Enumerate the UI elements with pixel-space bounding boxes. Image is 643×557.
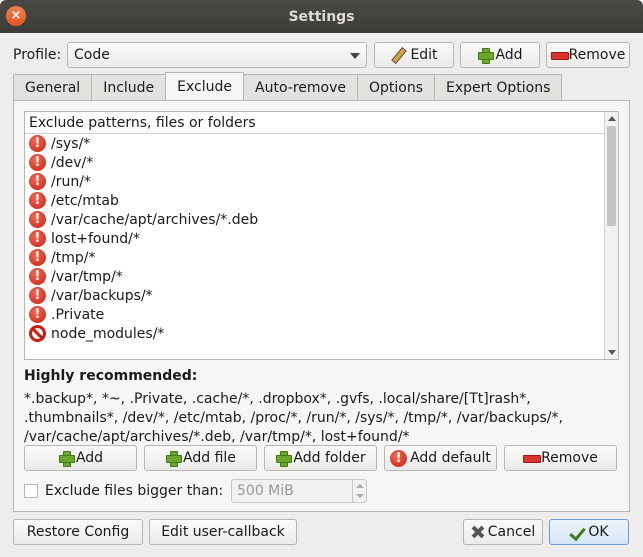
add-file-button[interactable]: Add file [144,445,257,471]
list-item[interactable]: ! /tmp/* [25,248,618,267]
no-entry-icon [29,325,46,342]
add-file-label: Add file [183,450,236,466]
size-limit-spinner[interactable]: 500 MiB [231,479,367,503]
list-item[interactable]: ! /dev/* [25,153,618,172]
pencil-icon [390,47,406,63]
plus-icon [165,450,183,467]
warning-icon: ! [29,154,46,171]
remove-profile-button[interactable]: Remove [546,42,630,68]
tab-exclude[interactable]: Exclude [165,72,245,101]
list-item[interactable]: ! /etc/mtab [25,191,618,210]
size-limit-checkbox[interactable]: Exclude files bigger than: [24,483,223,499]
chevron-up-icon[interactable] [356,484,364,488]
list-item-text: node_modules/* [51,325,165,342]
add-profile-button[interactable]: Add [460,42,540,68]
scroll-down-icon[interactable] [608,350,616,355]
warning-icon: ! [29,287,46,304]
list-item-text: /dev/* [51,154,94,171]
list-item-text: /sys/* [51,135,91,152]
edit-user-callback-button[interactable]: Edit user-callback [149,519,297,545]
close-icon [471,525,485,539]
exclude-list-header[interactable]: Exclude patterns, files or folders [25,112,618,134]
plus-icon [58,450,75,467]
recommended-title: Highly recommended: [24,368,198,384]
window-title: Settings [288,8,355,25]
edit-profile-button[interactable]: Edit [374,42,454,68]
profile-value: Code [74,47,110,63]
plus-icon [477,47,495,64]
warning-icon: ! [29,192,46,209]
settings-window: × Settings Profile: Code Edit Add Remove… [0,0,643,557]
profile-label: Profile: [13,47,62,63]
warning-icon: ! [29,268,46,285]
add-pattern-label: Add [75,450,104,466]
profile-select[interactable]: Code [67,42,367,68]
add-pattern-button[interactable]: Add [24,445,137,471]
warning-icon: ! [29,211,46,228]
add-default-button[interactable]: ! Add default [384,445,497,471]
size-limit-label: Exclude files bigger than: [45,483,224,499]
list-item[interactable]: node_modules/* [25,324,618,343]
tab-bar: General Include Exclude Auto-remove Opti… [13,72,563,101]
list-item[interactable]: ! lost+found/* [25,229,618,248]
list-item[interactable]: ! /var/cache/apt/archives/*.deb [25,210,618,229]
list-item-text: /var/cache/apt/archives/*.deb [51,211,259,228]
list-item[interactable]: ! .Private [25,305,618,324]
size-limit-value: 500 MiB [237,483,294,499]
scroll-thumb[interactable] [607,126,616,226]
add-profile-label: Add [495,47,523,63]
checkbox-box[interactable] [24,484,38,498]
warning-icon: ! [29,230,46,247]
list-item-text: /var/tmp/* [51,268,123,285]
add-folder-button[interactable]: Add folder [264,445,377,471]
list-item-text: .Private [51,306,105,323]
list-item-text: lost+found/* [51,230,140,247]
warning-icon: ! [29,173,46,190]
list-item[interactable]: ! /sys/* [25,134,618,153]
tab-general[interactable]: General [13,74,93,101]
exclude-list[interactable]: Exclude patterns, files or folders ! /sys… [24,111,619,360]
tab-expert-options[interactable]: Expert Options [434,74,563,101]
warning-icon: ! [29,249,46,266]
list-item-text: /var/backups/* [51,287,153,304]
remove-pattern-label: Remove [541,450,598,466]
title-bar: × Settings [0,0,643,33]
checkmark-icon [569,525,585,539]
minus-icon [523,450,542,466]
list-item[interactable]: ! /var/backups/* [25,286,618,305]
add-folder-label: Add folder [293,450,366,466]
warning-icon: ! [29,306,46,323]
restore-config-button[interactable]: Restore Config [13,519,143,545]
cancel-label: Cancel [487,524,536,540]
list-item-text: /run/* [51,173,91,190]
list-item-text: /tmp/* [51,249,96,266]
remove-profile-label: Remove [568,47,626,63]
add-default-label: Add default [410,450,491,466]
tab-auto-remove[interactable]: Auto-remove [243,74,358,101]
list-item[interactable]: ! /run/* [25,172,618,191]
warning-icon: ! [29,135,46,152]
cancel-button[interactable]: Cancel [463,519,543,545]
chevron-down-icon[interactable] [356,494,364,498]
edit-profile-label: Edit [410,47,438,63]
tab-include[interactable]: Include [91,74,167,101]
tab-options[interactable]: Options [357,74,436,101]
remove-pattern-button[interactable]: Remove [504,445,617,471]
close-icon[interactable]: × [6,6,26,26]
scroll-up-icon[interactable] [608,116,616,121]
recommended-text: *.backup*, *~, .Private, .cache/*, .drop… [24,391,563,445]
minus-icon [550,47,569,63]
ok-label: OK [588,524,609,540]
list-item-text: /etc/mtab [51,192,119,209]
list-scrollbar[interactable] [604,112,618,359]
exclude-panel: Exclude patterns, files or folders ! /sys… [13,100,630,512]
chevron-down-icon [350,53,360,59]
ok-button[interactable]: OK [549,519,629,545]
plus-icon [275,450,293,467]
spinner-arrows[interactable] [352,480,366,502]
list-item[interactable]: ! /var/tmp/* [25,267,618,286]
warning-icon: ! [390,449,408,467]
